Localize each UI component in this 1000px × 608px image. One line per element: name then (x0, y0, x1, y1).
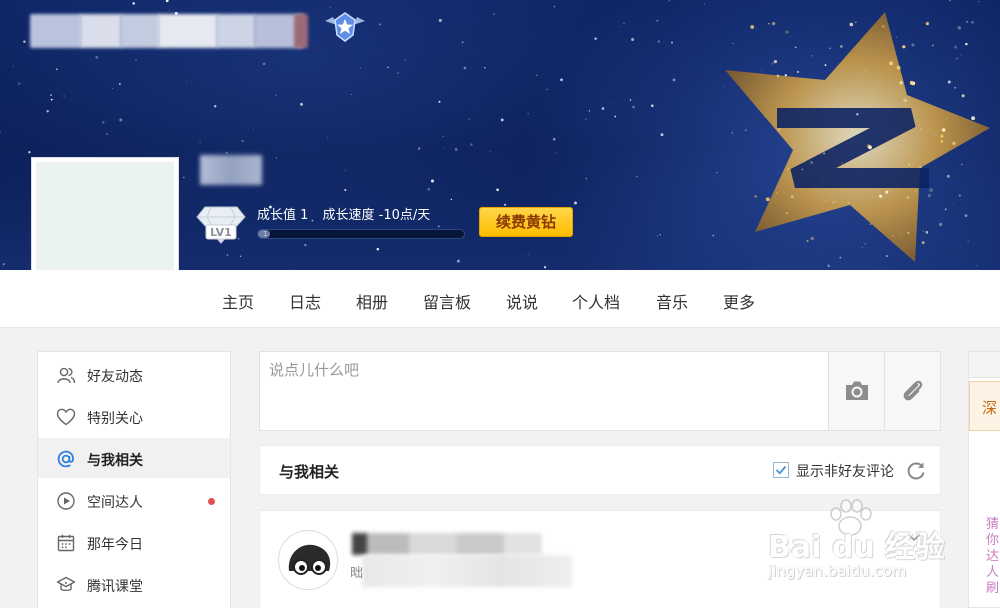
sidebar-item-label: 那年今日 (87, 537, 143, 553)
blurred-nickname (200, 155, 262, 185)
growth-speed: 成长速度 -10点/天 (322, 208, 431, 223)
right-panel: 深 猜你达人刷 (968, 351, 1000, 608)
blurred-feed-username (352, 533, 542, 555)
post-composer (259, 351, 941, 431)
at-icon (57, 450, 74, 468)
profile-avatar[interactable] (31, 157, 179, 270)
sparkle-star-decoration-icon (725, 12, 990, 262)
play-circle-icon (57, 492, 75, 510)
avatar-cartoon-icon (280, 532, 337, 589)
nav-more[interactable]: 更多 (723, 289, 755, 313)
feed-item-card: 昢 (259, 510, 941, 608)
right-panel-top (969, 352, 1000, 378)
profile-banner: LV1 成长值 1 成长速度 -10点/天 1 续费黄钻 (0, 0, 1000, 270)
profile-nav-bar: 主页 日志 相册 留言板 说说 个人档 音乐 更多 (0, 270, 1000, 328)
nav-message-board[interactable]: 留言板 (423, 289, 471, 313)
chevron-down-icon[interactable] (906, 531, 922, 543)
nav-blog[interactable]: 日志 (289, 289, 321, 313)
feed-user-avatar[interactable] (278, 530, 338, 590)
camera-icon (846, 381, 868, 400)
graduation-cap-icon (56, 576, 76, 592)
post-input[interactable] (260, 352, 828, 430)
show-nonfriend-comments-checkbox[interactable] (773, 462, 789, 478)
nav-shuoshuo[interactable]: 说说 (506, 289, 538, 313)
avatar-image-placeholder (36, 162, 174, 270)
sidebar-item-label: 与我相关 (87, 453, 143, 469)
growth-bar-number: 1 (263, 230, 268, 238)
right-panel-tab-label: 深 (982, 399, 998, 417)
refresh-icon[interactable] (905, 460, 927, 482)
heart-icon (56, 408, 76, 426)
attach-button[interactable] (884, 352, 940, 430)
section-title: 与我相关 (279, 463, 340, 481)
sidebar-item-related-to-me[interactable]: 与我相关 (38, 438, 230, 478)
sidebar-item-on-this-day[interactable]: 那年今日 (38, 522, 230, 562)
vip-star-badge-icon[interactable] (323, 11, 367, 43)
related-section-header: 与我相关 显示非好友评论 (259, 445, 941, 495)
right-panel-vertical-text: 猜你达人刷 (986, 517, 1000, 596)
diamond-level-badge-icon[interactable]: LV1 (195, 205, 247, 245)
right-panel-tab[interactable]: 深 (969, 381, 1000, 431)
nav-home[interactable]: 主页 (222, 289, 254, 313)
growth-progress-bar: 1 (257, 229, 465, 239)
level-text: LV1 (210, 226, 232, 239)
left-sidebar: 好友动态 特别关心 与我相关 空间达人 那年今日 腾讯课堂 (37, 351, 231, 608)
nav-profile[interactable]: 个人档 (572, 289, 620, 313)
friends-icon (57, 367, 76, 384)
growth-value: 成长值 1 (257, 208, 309, 223)
feed-visible-char: 昢 (350, 566, 364, 581)
growth-info: 成长值 1 成长速度 -10点/天 (257, 204, 430, 223)
show-nonfriend-comments-label[interactable]: 显示非好友评论 (796, 461, 894, 481)
sidebar-item-tencent-classroom[interactable]: 腾讯课堂 (38, 564, 230, 604)
blurred-username (30, 14, 320, 48)
sidebar-item-label: 好友动态 (87, 369, 143, 385)
calendar-icon (57, 534, 75, 552)
sidebar-item-label: 空间达人 (87, 495, 143, 511)
checkmark-icon (775, 465, 787, 475)
sidebar-item-friend-feed[interactable]: 好友动态 (38, 354, 230, 394)
sidebar-item-label: 腾讯课堂 (87, 579, 143, 595)
blurred-feed-content (362, 555, 572, 587)
renew-yellow-diamond-button[interactable]: 续费黄钻 (479, 207, 573, 237)
sidebar-item-label: 特别关心 (87, 411, 143, 427)
paperclip-icon (903, 380, 923, 401)
add-photo-button[interactable] (828, 352, 884, 430)
nav-music[interactable]: 音乐 (656, 289, 688, 313)
sidebar-item-special-care[interactable]: 特别关心 (38, 396, 230, 436)
nav-album[interactable]: 相册 (356, 289, 388, 313)
notification-dot (208, 498, 215, 505)
sidebar-item-space-expert[interactable]: 空间达人 (38, 480, 230, 520)
